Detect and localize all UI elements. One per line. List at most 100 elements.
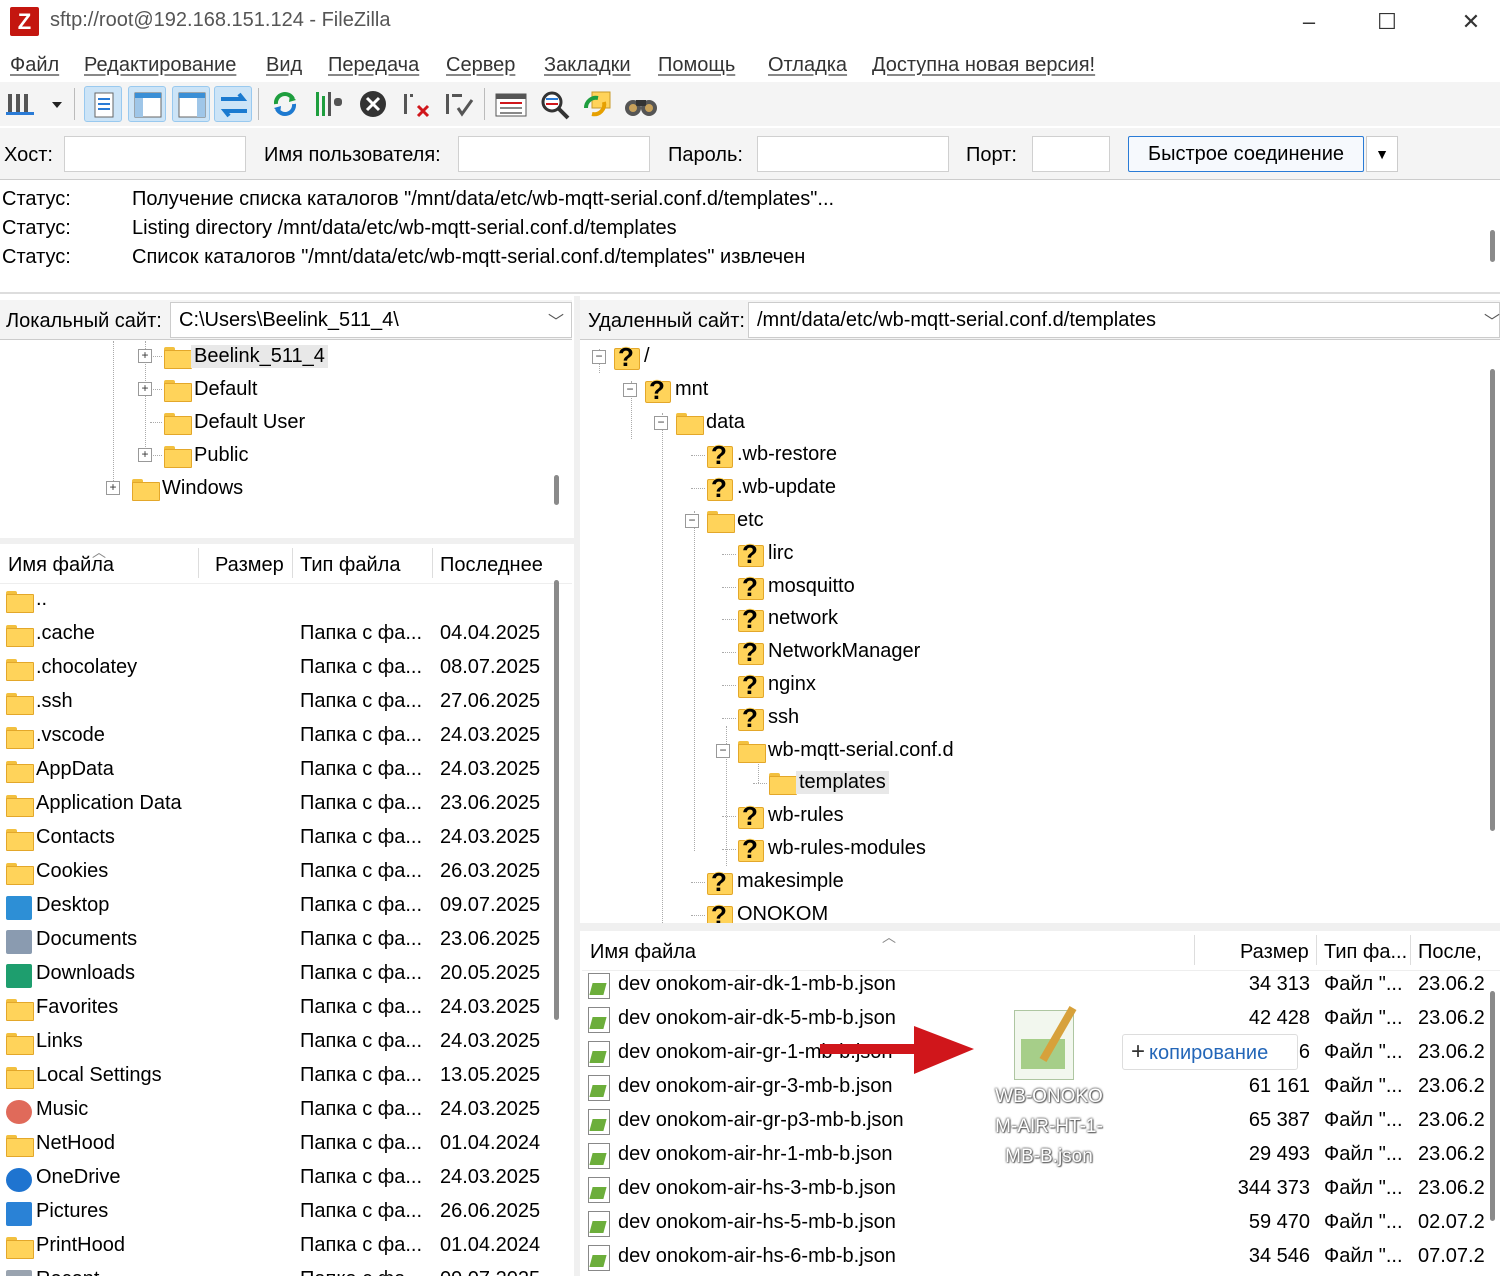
site-manager-dropdown-icon[interactable]: [44, 86, 70, 122]
table-row[interactable]: dev onokom-air-dk-1-mb-b.json 34 313 Файл …: [582, 969, 1486, 1003]
folder-icon: [707, 508, 735, 533]
collapse-icon[interactable]: −: [716, 743, 730, 758]
local-path-input[interactable]: C:\Users\Beelink_511_4\: [170, 302, 572, 338]
column-header-type[interactable]: Тип фа...: [1324, 941, 1407, 964]
toggle-log-icon[interactable]: [84, 86, 122, 122]
table-row[interactable]: dev onokom-air-hs-6-mb-b.json 34 546 Файл …: [582, 1241, 1486, 1275]
table-row[interactable]: NetHood Папка с фа... 01.04.2024: [0, 1128, 552, 1162]
port-input[interactable]: [1032, 136, 1110, 172]
folder-icon: [6, 996, 34, 1021]
synchronized-browsing-icon[interactable]: [578, 86, 616, 122]
menu-help[interactable]: Помощь: [658, 54, 735, 77]
table-row[interactable]: Links Папка с фа... 24.03.2025: [0, 1026, 552, 1060]
cancel-operation-icon[interactable]: [354, 86, 392, 122]
minimize-button[interactable]: –: [1294, 8, 1324, 36]
table-row[interactable]: Pictures Папка с фа... 26.06.2025: [0, 1196, 552, 1230]
file-name: Recent: [36, 1268, 99, 1276]
table-row[interactable]: PrintHood Папка с фа... 01.04.2024: [0, 1230, 552, 1264]
collapse-icon[interactable]: −: [685, 514, 699, 528]
log-scrollbar[interactable]: [1490, 230, 1495, 262]
menu-debug[interactable]: Отладка: [768, 54, 847, 77]
maximize-button[interactable]: ☐: [1372, 8, 1402, 36]
table-row[interactable]: Music Папка с фа... 24.03.2025: [0, 1094, 552, 1128]
quickconnect-history-dropdown[interactable]: ▼: [1366, 136, 1398, 172]
table-row[interactable]: Cookies Папка с фа... 26.03.2025: [0, 856, 552, 890]
table-row[interactable]: Contacts Папка с фа... 24.03.2025: [0, 822, 552, 856]
password-input[interactable]: [757, 136, 949, 172]
chevron-down-icon[interactable]: ﹀: [548, 308, 564, 332]
table-row[interactable]: Favorites Папка с фа... 24.03.2025: [0, 992, 552, 1026]
expand-icon[interactable]: +: [138, 448, 152, 462]
table-row[interactable]: OneDrive Папка с фа... 24.03.2025: [0, 1162, 552, 1196]
toggle-remote-tree-icon[interactable]: [172, 86, 210, 122]
toggle-local-tree-icon[interactable]: [128, 86, 166, 122]
tree-node-label: makesimple: [737, 869, 844, 892]
column-header-name[interactable]: Имя файла: [590, 941, 696, 964]
file-name: .vscode: [36, 724, 105, 746]
compare-directories-icon[interactable]: [536, 86, 574, 122]
unknown-folder-icon: ?: [614, 342, 640, 372]
menu-file[interactable]: Файл: [10, 54, 59, 77]
column-header-size[interactable]: Размер: [215, 554, 284, 577]
expand-icon[interactable]: +: [138, 349, 152, 363]
username-input[interactable]: [458, 136, 650, 172]
menu-view[interactable]: Вид: [266, 54, 302, 77]
file-size: 344 373: [1237, 1177, 1310, 1199]
column-header-size[interactable]: Размер: [1240, 941, 1309, 964]
table-row[interactable]: .cache Папка с фа... 04.04.2025: [0, 618, 552, 652]
table-row[interactable]: Application Data Папка с фа... 23.06.2025: [0, 788, 552, 822]
site-manager-icon[interactable]: [4, 86, 42, 122]
menu-new-version[interactable]: Доступна новая версия!: [872, 54, 1095, 77]
toggle-transfer-queue-icon[interactable]: [214, 86, 252, 122]
menu-edit[interactable]: Редактирование: [84, 54, 236, 77]
table-row[interactable]: Desktop Папка с фа... 09.07.2025: [0, 890, 552, 924]
remote-tree-scrollbar[interactable]: [1490, 369, 1495, 831]
expand-icon[interactable]: +: [138, 382, 152, 396]
folder-icon: [164, 377, 192, 402]
column-header-type[interactable]: Тип файла: [300, 554, 400, 577]
password-label: Пароль:: [668, 144, 743, 166]
refresh-icon[interactable]: [266, 86, 304, 122]
file-type: Папка с фа...: [300, 1132, 423, 1154]
process-queue-icon[interactable]: [310, 86, 348, 122]
menu-server[interactable]: Сервер: [446, 54, 515, 77]
table-row[interactable]: AppData Папка с фа... 24.03.2025: [0, 754, 552, 788]
table-row[interactable]: .vscode Папка с фа... 24.03.2025: [0, 720, 552, 754]
file-type: Папка с фа...: [300, 758, 423, 780]
collapse-icon[interactable]: −: [654, 415, 668, 430]
file-modified: 24.03.2025: [440, 758, 541, 780]
table-row[interactable]: Local Settings Папка с фа... 13.05.2025: [0, 1060, 552, 1094]
table-row[interactable]: .chocolatey Папка с фа... 08.07.2025: [0, 652, 552, 686]
file-modified: 08.07.2025: [440, 656, 541, 678]
search-remote-files-icon[interactable]: [622, 86, 660, 122]
tree-node-label: NetworkManager: [768, 640, 921, 663]
file-modified: 24.03.2025: [440, 996, 541, 1018]
local-list-scrollbar[interactable]: [554, 580, 559, 1020]
table-row[interactable]: Documents Папка с фа... 23.06.2025: [0, 924, 552, 958]
table-row[interactable]: ..: [0, 584, 552, 618]
chevron-down-icon[interactable]: ﹀: [1484, 308, 1500, 332]
collapse-icon[interactable]: −: [592, 350, 606, 364]
quickconnect-button[interactable]: Быстрое соединение: [1128, 136, 1364, 172]
table-row[interactable]: .ssh Папка с фа... 27.06.2025: [0, 686, 552, 720]
disconnect-icon[interactable]: [398, 86, 436, 122]
local-tree-scrollbar[interactable]: [554, 475, 559, 505]
collapse-icon[interactable]: −: [623, 382, 637, 397]
file-modified: 23.06.2: [1418, 1143, 1485, 1165]
table-row[interactable]: dev onokom-air-hs-5-mb-b.json 59 470 Файл …: [582, 1207, 1486, 1241]
remote-path-input[interactable]: /mnt/data/etc/wb-mqtt-serial.conf.d/temp…: [748, 302, 1500, 338]
table-row[interactable]: Recent Папка с фа... 09.07.2025: [0, 1264, 552, 1276]
remote-list-scrollbar[interactable]: [1490, 991, 1495, 1221]
close-button[interactable]: ✕: [1456, 8, 1486, 36]
reconnect-icon[interactable]: [440, 86, 478, 122]
table-row[interactable]: Downloads Папка с фа... 20.05.2025: [0, 958, 552, 992]
directory-listing-filter-icon[interactable]: [492, 86, 530, 122]
expand-icon[interactable]: +: [106, 481, 120, 495]
file-modified: 20.05.2025: [440, 962, 541, 984]
menu-transfer[interactable]: Передача: [328, 54, 419, 77]
column-header-modified[interactable]: После,: [1418, 941, 1482, 964]
host-input[interactable]: [64, 136, 246, 172]
column-header-modified[interactable]: Последнее: [440, 554, 543, 577]
file-modified: 23.06.2: [1418, 1177, 1485, 1199]
menu-bookmarks[interactable]: Закладки: [544, 54, 631, 77]
